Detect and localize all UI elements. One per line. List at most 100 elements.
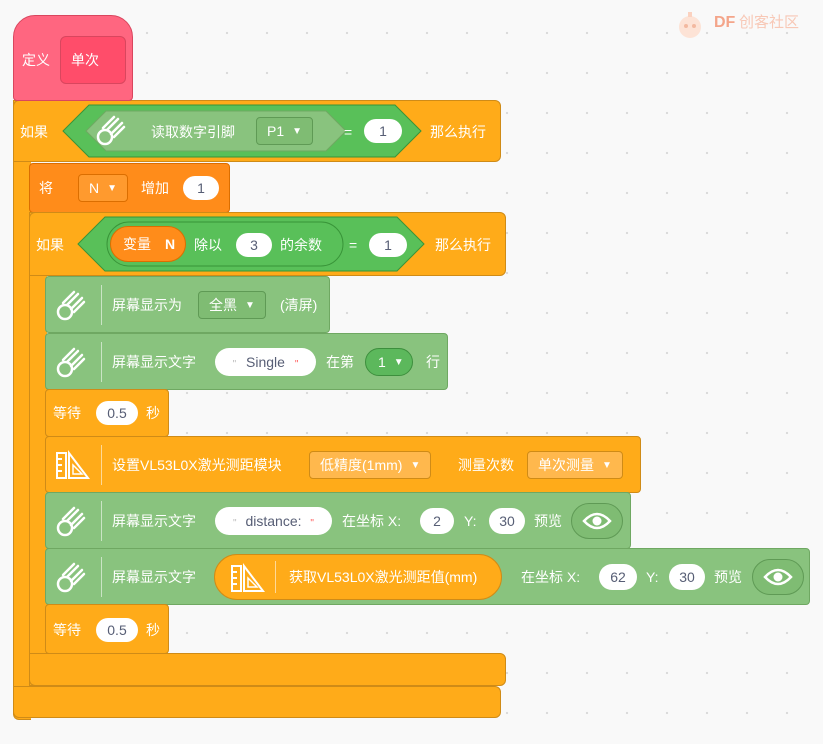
procedure-name-box[interactable]: 单次 — [60, 36, 126, 84]
compare-value-input[interactable]: 1 — [364, 119, 402, 143]
pin-value: P1 — [267, 123, 285, 139]
equals-sign-2: = — [349, 237, 358, 253]
display-icon — [56, 506, 86, 537]
outer-if-block-header[interactable]: 如果 读取数字引脚 P1 ▼ = 1 那么执行 — [13, 100, 501, 162]
screen-text-xy-block[interactable]: 屏幕显示文字 " distance: " 在坐标 X: 2 Y: 30 预览 — [45, 492, 631, 549]
chevron-down-icon: ▼ — [393, 357, 404, 369]
sensor-icon — [96, 115, 126, 146]
chevron-down-icon: ▼ — [107, 183, 118, 195]
y-input-2[interactable]: 30 — [669, 564, 705, 590]
preview-label-2: 预览 — [714, 569, 742, 585]
at-xy-label-2: 在坐标 X: — [521, 569, 581, 585]
wait-block[interactable]: 等待 0.5 秒 — [45, 389, 169, 437]
wait-block-2[interactable]: 等待 0.5 秒 — [45, 604, 169, 654]
wait-seconds-input[interactable]: 0.5 — [96, 401, 138, 425]
seconds-label: 秒 — [146, 405, 160, 421]
laser-ruler-icon — [231, 563, 265, 592]
laser-ruler-icon — [56, 450, 90, 479]
y-label: Y: — [464, 513, 477, 529]
y-input[interactable]: 30 — [489, 508, 525, 534]
eye-icon — [582, 512, 612, 530]
block-divider — [101, 445, 102, 485]
divide-label: 除以 — [194, 237, 222, 253]
block-divider — [101, 501, 102, 541]
screen-text-row-block[interactable]: 屏幕显示文字 " Single " 在第 1 ▼ 行 — [45, 333, 448, 390]
display-icon — [56, 290, 86, 321]
preview-toggle-2[interactable] — [752, 559, 804, 595]
divisor-input[interactable]: 3 — [236, 233, 272, 257]
variable-name: N — [89, 180, 100, 196]
read-digital-pin-label: 读取数字引脚 — [151, 124, 235, 140]
at-row-label: 在第 — [326, 354, 354, 370]
measure-mode-value: 单次测量 — [538, 457, 594, 473]
row-value: 1 — [378, 354, 386, 370]
screen-fill-label: 屏幕显示为 — [112, 297, 182, 313]
x-input-2[interactable]: 62 — [599, 564, 637, 590]
x-input[interactable]: 2 — [420, 508, 454, 534]
chevron-down-icon: ▼ — [602, 460, 612, 472]
brand-df: DF — [714, 14, 736, 31]
block-divider — [101, 285, 102, 325]
if-label: 如果 — [20, 124, 48, 140]
equals-sign: = — [344, 124, 353, 140]
row-suffix: 行 — [426, 354, 440, 370]
set-label: 将 — [39, 180, 53, 196]
screen-text-label-3: 屏幕显示文字 — [112, 569, 196, 585]
text-value: Single — [246, 354, 285, 370]
chevron-down-icon: ▼ — [292, 126, 303, 138]
fill-color-dropdown[interactable]: 全黑 ▼ — [198, 291, 266, 319]
change-variable-block[interactable]: 将 N ▼ 增加 1 — [29, 163, 230, 213]
compare-value-input-2[interactable]: 1 — [369, 233, 407, 257]
wait-label: 等待 — [53, 405, 81, 421]
wait-seconds-input-2[interactable]: 0.5 — [96, 618, 138, 642]
wait-label-2: 等待 — [53, 622, 81, 638]
precision-dropdown[interactable]: 低精度(1mm) ▼ — [309, 451, 432, 479]
text-input[interactable]: " Single " — [215, 348, 316, 376]
increase-value-input[interactable]: 1 — [183, 176, 219, 200]
text-input-2[interactable]: " distance: " — [215, 507, 332, 535]
robot-logo-icon — [679, 12, 701, 38]
screen-text-sensor-block[interactable]: 屏幕显示文字 获取VL53L0X激光测距值(mm) 在坐标 X: 62 Y: 3… — [45, 548, 810, 605]
variable-reporter[interactable]: 变量 N — [110, 226, 186, 262]
distance-reporter[interactable]: 获取VL53L0X激光测距值(mm) — [214, 554, 502, 600]
screen-fill-block[interactable]: 屏幕显示为 全黑 ▼ (清屏) — [45, 276, 330, 333]
distance-reporter-label: 获取VL53L0X激光测距值(mm) — [289, 569, 478, 585]
variable-name-n: N — [165, 236, 176, 252]
inner-if-block-footer — [29, 653, 506, 686]
preview-toggle[interactable] — [571, 503, 623, 539]
display-icon — [56, 562, 86, 593]
measure-mode-dropdown[interactable]: 单次测量 ▼ — [527, 451, 623, 479]
then-label-2: 那么执行 — [435, 237, 491, 253]
row-dropdown[interactable]: 1 ▼ — [365, 348, 413, 376]
brand-logo: DF 创客社区 — [672, 6, 822, 40]
seconds-label-2: 秒 — [146, 622, 160, 638]
define-label: 定义 — [22, 52, 50, 68]
fill-color-value: 全黑 — [209, 297, 237, 313]
vl53l0x-setup-block[interactable]: 设置VL53L0X激光测距模块 低精度(1mm) ▼ 测量次数 单次测量 ▼ — [45, 436, 641, 493]
procedure-name: 单次 — [71, 52, 99, 68]
clear-screen-label: (清屏) — [280, 297, 318, 313]
preview-label: 预览 — [534, 513, 562, 529]
remainder-label: 的余数 — [280, 237, 322, 253]
outer-if-block-footer — [13, 686, 501, 718]
if-label-2: 如果 — [36, 237, 64, 253]
vl53l0x-setup-label: 设置VL53L0X激光测距模块 — [112, 457, 282, 473]
chevron-down-icon: ▼ — [245, 300, 255, 312]
reporter-divider — [275, 561, 276, 593]
then-label: 那么执行 — [430, 124, 486, 140]
display-icon — [56, 347, 86, 378]
screen-text-label: 屏幕显示文字 — [112, 354, 196, 370]
block-divider — [101, 342, 102, 382]
pin-dropdown[interactable]: P1 ▼ — [256, 117, 314, 145]
brand-name: 创客社区 — [739, 14, 800, 31]
screen-text-label-2: 屏幕显示文字 — [112, 513, 196, 529]
increase-label: 增加 — [141, 180, 169, 196]
define-hat-block[interactable]: 定义 单次 — [13, 15, 133, 101]
chevron-down-icon: ▼ — [410, 460, 421, 472]
block-divider — [101, 557, 102, 597]
inner-if-block-header[interactable]: 如果 变量 N 除以 3 的余数 = 1 那么执行 — [29, 212, 506, 276]
precision-value: 低精度(1mm) — [320, 457, 403, 473]
variable-dropdown[interactable]: N ▼ — [78, 174, 129, 202]
eye-icon — [763, 568, 793, 586]
variable-label: 变量 — [123, 236, 151, 252]
